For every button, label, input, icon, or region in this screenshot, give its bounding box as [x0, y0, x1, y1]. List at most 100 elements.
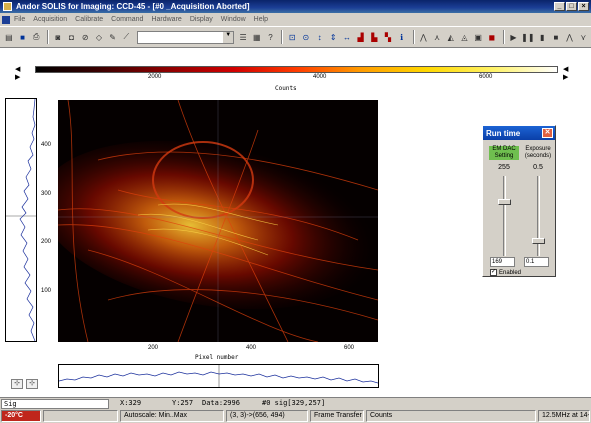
readout-mode-status: Frame Transfer — [310, 410, 364, 422]
step-icon[interactable]: ▮ — [536, 30, 549, 44]
toolbar: ▤ ■ ⎙ ◙ ◘ ⊘ ◇ ✎ ⟋ ☰ ▦ ? ⊡ ⊙ ↕ ⇕ ↔ ▟ ▙ ▚ … — [0, 26, 591, 48]
play-icon[interactable]: ▶ — [507, 30, 520, 44]
record-icon[interactable]: ■ — [550, 30, 562, 44]
x-tick: 200 — [148, 345, 159, 351]
colorbar-gradient[interactable] — [35, 66, 558, 73]
cursor-roi: #0 sig[329,257] — [262, 399, 326, 407]
3d-plot-icon[interactable]: ◬ — [458, 30, 471, 44]
camera-icon[interactable]: ◙ — [52, 30, 64, 44]
enabled-label: Enabled — [499, 269, 522, 276]
help-icon[interactable]: ? — [264, 30, 277, 44]
x-tick: 400 — [246, 345, 257, 351]
y-tick: 100 — [41, 288, 52, 294]
peak-plot-icon[interactable]: ⋏ — [431, 30, 443, 44]
cursor-data: Data:2996 — [202, 399, 240, 407]
crosshair-lock-icon[interactable]: ⊹ — [26, 379, 38, 389]
open-folder-icon[interactable]: ▤ — [3, 30, 15, 44]
toolbar-separator — [47, 30, 50, 44]
table-icon[interactable]: ▦ — [250, 30, 263, 44]
scale-vertical-alt-icon[interactable]: ⇕ — [327, 30, 340, 44]
shutter-icon[interactable]: ◇ — [93, 30, 105, 44]
scale-vertical-icon[interactable]: ↕ — [313, 30, 326, 44]
checkbox-box[interactable]: ✓ — [490, 269, 497, 276]
cursor-tools: ⊹ ⊹ — [11, 379, 38, 389]
x-tick: 600 — [344, 345, 355, 351]
menu-file[interactable]: File — [14, 16, 25, 23]
x-axis-label: Pixel number — [195, 354, 239, 361]
status-empty — [43, 410, 118, 422]
zoom-icon[interactable]: ⊙ — [300, 30, 312, 44]
spectrum-icon[interactable]: ▚ — [382, 30, 394, 44]
save-icon[interactable]: ■ — [16, 30, 29, 44]
title-bar: Andor SOLIS for Imaging: CCD-45 - [#0 _A… — [0, 0, 591, 13]
line-plot-icon[interactable]: ⋀ — [417, 30, 430, 44]
em-dac-max-value: 255 — [498, 164, 510, 171]
enabled-checkbox[interactable]: ✓ Enabled — [490, 269, 521, 276]
accumulate-icon[interactable]: ⋎ — [577, 30, 590, 44]
exposure-input[interactable]: 0.1 — [524, 257, 549, 267]
pencil-icon[interactable]: ✎ — [106, 30, 119, 44]
signal-selector[interactable]: Sig — [1, 399, 109, 409]
app-icon[interactable] — [3, 2, 12, 11]
palette-icon[interactable]: ◼ — [485, 30, 498, 44]
cursor-x: X:329 — [120, 399, 142, 407]
exposure-label: Exposure (seconds) — [524, 146, 552, 159]
list-icon[interactable]: ☰ — [237, 30, 249, 44]
print-icon[interactable]: ⎙ — [30, 30, 43, 44]
region-status: (3, 3)->(656, 494) — [226, 410, 308, 422]
kinetic-icon[interactable]: ⋀ — [563, 30, 576, 44]
readout-rate-status: 12.5MHz at 14-bit — [538, 410, 590, 422]
info-icon[interactable]: ℹ — [395, 30, 408, 44]
stop-icon[interactable]: ⊘ — [79, 30, 92, 44]
zoom-fit-icon[interactable]: ⊡ — [286, 30, 299, 44]
close-icon[interactable]: ✕ — [542, 128, 553, 138]
exposure-slider-thumb[interactable] — [532, 238, 545, 244]
maximize-button[interactable]: □ — [566, 2, 577, 11]
surface-plot-icon[interactable]: ◭ — [444, 30, 457, 44]
menu-display[interactable]: Display — [190, 16, 213, 23]
toolbar-separator — [412, 30, 415, 44]
temperature-indicator[interactable]: -20°C — [1, 410, 41, 422]
acquisition-combo[interactable] — [137, 30, 235, 44]
chart-icon[interactable]: ▙ — [368, 30, 381, 44]
histogram-icon[interactable]: ▟ — [354, 30, 367, 44]
menu-help[interactable]: Help — [254, 16, 268, 23]
colorbar-right-arrows[interactable]: ◀ ▶ — [563, 66, 571, 81]
units-status: Counts — [366, 410, 536, 422]
em-dac-label: EM DAC Setting — [489, 146, 519, 160]
video-camera-icon[interactable]: ◘ — [65, 30, 78, 44]
colorbar-left-arrows[interactable]: ◀ ▶ — [15, 66, 23, 81]
scale-horizontal-icon[interactable]: ↔ — [341, 30, 353, 44]
document-icon[interactable] — [2, 15, 10, 24]
ruler-icon[interactable]: ⟋ — [120, 30, 133, 44]
vertical-profile[interactable] — [5, 98, 37, 342]
y-tick: 300 — [41, 191, 52, 197]
autoscale-status: Autoscale: Min..Max — [120, 410, 224, 422]
menu-window[interactable]: Window — [221, 16, 246, 23]
close-button[interactable]: × — [578, 2, 589, 11]
em-dac-slider-thumb[interactable] — [498, 199, 511, 205]
menu-hardware[interactable]: Hardware — [151, 16, 181, 23]
em-dac-slider-track[interactable] — [503, 176, 506, 256]
image-view-icon[interactable]: ▣ — [472, 30, 484, 44]
run-time-dialog: Run time ✕ EM DAC Setting Exposure (seco… — [482, 125, 556, 277]
horizontal-profile[interactable] — [58, 364, 379, 388]
menu-calibrate[interactable]: Calibrate — [75, 16, 103, 23]
minimize-button[interactable]: _ — [554, 2, 565, 11]
menu-acquisition[interactable]: Acquisition — [33, 16, 67, 23]
pause-icon[interactable]: ❚❚ — [521, 30, 535, 44]
cursor-y: Y:257 — [172, 399, 194, 407]
colorbar-title: Counts — [275, 85, 297, 92]
run-time-title: Run time — [486, 128, 521, 138]
exposure-slider-track[interactable] — [537, 176, 540, 256]
menu-bar: File Acquisition Calibrate Command Hardw… — [0, 13, 591, 26]
exposure-max-value: 0.5 — [533, 164, 543, 171]
fluorescence-image[interactable] — [58, 100, 378, 342]
menu-command[interactable]: Command — [111, 16, 143, 23]
colorbar-tick: 4000 — [313, 74, 327, 80]
toolbar-separator — [502, 30, 505, 44]
run-time-title-bar: Run time ✕ — [483, 126, 555, 140]
window-title: Andor SOLIS for Imaging: CCD-45 - [#0 _A… — [16, 2, 250, 11]
em-dac-input[interactable]: 169 — [490, 257, 515, 267]
crosshair-icon[interactable]: ⊹ — [11, 379, 23, 389]
